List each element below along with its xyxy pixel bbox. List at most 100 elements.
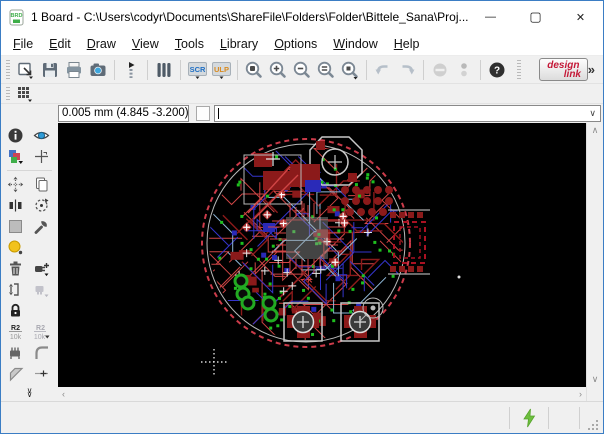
miter-tool[interactable] [30,342,54,363]
copy-icon [33,176,50,193]
stray-dot [458,276,461,279]
toolbar-separator [180,60,181,80]
paste-tool[interactable] [4,237,28,258]
grid-toolbar [1,84,603,104]
application-window: BRD 1 Board - C:\Users\codyr\Documents\S… [0,0,604,434]
miter-sharp-tool[interactable] [4,363,28,384]
command-mini-button[interactable] [196,106,210,121]
run-ulp-button[interactable]: ULP [209,58,233,82]
open-button[interactable] [14,58,38,82]
undo-icon [373,60,393,80]
command-input[interactable]: ∨ [214,105,601,122]
design-link-button[interactable]: design link [539,58,588,81]
save-icon [40,60,60,80]
horizontal-scrollbar[interactable]: ‹ › [58,387,586,400]
scroll-up-icon[interactable]: ∧ [592,125,599,136]
change-icon [33,218,50,235]
lock-icon [7,302,24,319]
move-tool[interactable] [4,174,28,195]
optimize-tool[interactable] [30,363,54,384]
library-button[interactable] [152,58,176,82]
help-button[interactable]: ? [485,58,509,82]
paste-icon [7,239,24,256]
script-icon: SCR [187,60,208,80]
toolbar-drag-handle[interactable] [6,87,10,100]
mark-icon [33,148,50,165]
text-caret [218,108,219,119]
status-bar [1,401,603,433]
replace-tool[interactable] [30,279,54,300]
print-icon [64,60,84,80]
switch-board-button[interactable] [119,58,143,82]
print-button[interactable] [62,58,86,82]
toolbar-drag-handle[interactable] [6,60,10,79]
pad-grid-upper-right [341,186,393,216]
resize-grip[interactable] [586,418,600,432]
display-layers-tool[interactable] [4,146,28,167]
origin-crosshair [201,349,227,375]
traffic-light-button[interactable] [452,58,476,82]
move-icon [7,176,24,193]
svg-text:?: ? [494,65,500,76]
chevron-down-icon[interactable]: ∨ [589,108,600,119]
scroll-down-icon[interactable]: ∨ [592,374,599,385]
stop-button[interactable] [428,58,452,82]
value-tool[interactable]: R210k [30,321,54,342]
menu-options[interactable]: Options [266,34,325,54]
show-tool[interactable] [30,125,54,146]
minimize-button[interactable]: — [468,1,513,33]
cam-processor-icon [88,60,108,80]
mark-tool[interactable] [30,146,54,167]
miter-icon [33,344,50,361]
menu-library[interactable]: Library [212,34,266,54]
menu-file[interactable]: File [5,34,41,54]
cam-processor-button[interactable] [86,58,110,82]
zoom-select-button[interactable] [338,58,362,82]
toolbar-separator [114,60,115,80]
info-tool[interactable] [4,125,28,146]
smash-tool[interactable] [4,342,28,363]
scroll-left-icon[interactable]: ‹ [62,389,65,399]
zoom-fit-icon [244,60,264,80]
menu-draw[interactable]: Draw [79,34,124,54]
lock-tool[interactable] [4,300,28,321]
mirror-icon [7,197,24,214]
toolbar-separator [423,60,424,80]
zoom-fit-button[interactable] [242,58,266,82]
brd-file-icon: BRD [8,9,25,26]
add-tool[interactable] [30,258,54,279]
menu-window[interactable]: Window [325,34,385,54]
change-tool[interactable] [30,216,54,237]
traffic-light-icon [454,60,474,80]
zoom-in-button[interactable] [266,58,290,82]
mirror-tool[interactable] [4,195,28,216]
copy-tool[interactable] [30,174,54,195]
zoom-out-button[interactable] [290,58,314,82]
delete-tool[interactable] [4,258,28,279]
toolbar-overflow-chevron[interactable]: » [588,62,595,77]
toolbar-drag-handle[interactable] [517,60,521,79]
rotate-tool[interactable] [30,195,54,216]
maximize-button[interactable]: ▢ [513,1,558,33]
vertical-scrollbar[interactable]: ∧ ∨ [587,123,603,387]
menu-tools[interactable]: Tools [167,34,212,54]
pinswap-tool[interactable] [4,279,28,300]
redo-button[interactable] [395,58,419,82]
replace-icon [33,281,50,298]
info-icon [7,127,24,144]
menu-view[interactable]: View [124,34,167,54]
name-tool[interactable]: R210k [4,321,28,342]
undo-button[interactable] [371,58,395,82]
save-button[interactable] [38,58,62,82]
menu-help[interactable]: Help [386,34,428,54]
run-script-button[interactable]: SCR [185,58,209,82]
group-tool[interactable] [4,216,28,237]
scroll-right-icon[interactable]: › [579,389,582,399]
zoom-redraw-button[interactable] [314,58,338,82]
palette-expander[interactable]: ∨ ∨ [1,389,58,401]
grid-button[interactable] [14,85,36,103]
pinswap-icon [7,281,24,298]
menu-edit[interactable]: Edit [41,34,79,54]
board-canvas[interactable] [58,123,586,387]
close-button[interactable]: ✕ [558,1,603,33]
